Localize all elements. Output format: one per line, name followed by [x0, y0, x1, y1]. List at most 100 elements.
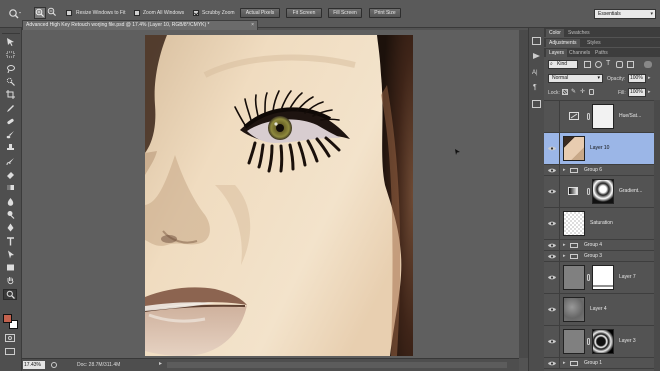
- layer-mask-thumbnail[interactable]: [592, 104, 614, 129]
- filter-shape-icon[interactable]: [616, 61, 623, 68]
- visibility-eye-icon[interactable]: [544, 262, 560, 293]
- marquee-icon[interactable]: [3, 49, 17, 60]
- visibility-eye-icon[interactable]: [544, 165, 560, 175]
- history-panel-icon[interactable]: [532, 37, 541, 45]
- filter-smart-object-icon[interactable]: [627, 61, 634, 68]
- blend-mode-select[interactable]: Normal ▾: [548, 74, 603, 83]
- close-tab-icon[interactable]: ×: [251, 21, 254, 30]
- visibility-eye-icon[interactable]: [544, 294, 560, 325]
- layer-mask-thumbnail[interactable]: [592, 265, 614, 290]
- layer-row[interactable]: Layer 10: [544, 133, 654, 165]
- fill-field[interactable]: 100%: [628, 88, 646, 97]
- healing-brush-icon[interactable]: [3, 116, 17, 127]
- actual-pixels-button[interactable]: Actual Pixels: [240, 8, 280, 18]
- layer-mask-thumbnail[interactable]: [592, 329, 614, 354]
- visibility-eye-icon[interactable]: [544, 176, 560, 207]
- lock-position-icon[interactable]: ✛: [580, 88, 585, 95]
- horizontal-scrollbar[interactable]: [167, 362, 507, 368]
- layer-mask-thumbnail[interactable]: [592, 179, 614, 204]
- move-icon[interactable]: [3, 36, 17, 47]
- lock-transparent-icon[interactable]: [562, 89, 568, 95]
- layer-row[interactable]: Saturation: [544, 208, 654, 240]
- visibility-eye-icon[interactable]: [544, 251, 560, 261]
- quick-mask-icon[interactable]: [5, 334, 15, 342]
- tab-swatches[interactable]: Swatches: [565, 29, 593, 37]
- visibility-eye-icon[interactable]: [544, 208, 560, 239]
- tab-color[interactable]: Color: [546, 29, 564, 37]
- eraser-icon[interactable]: [3, 169, 17, 180]
- tools-collapse-icon[interactable]: [2, 30, 20, 34]
- history-brush-icon[interactable]: [3, 156, 17, 167]
- tab-channels[interactable]: Channels: [566, 49, 593, 57]
- status-info-icon[interactable]: [51, 362, 57, 368]
- visibility-eye-icon[interactable]: [544, 101, 560, 132]
- crop-icon[interactable]: [3, 89, 17, 100]
- visibility-eye-icon[interactable]: [544, 240, 560, 250]
- layer-row[interactable]: Layer 7: [544, 262, 654, 294]
- paragraph-panel-icon[interactable]: ¶: [533, 84, 541, 92]
- group-expand-icon[interactable]: ▸: [563, 167, 566, 173]
- link-chain-icon[interactable]: [587, 274, 590, 281]
- tab-paths[interactable]: Paths: [592, 49, 611, 57]
- group-expand-icon[interactable]: ▸: [563, 253, 566, 259]
- brush-icon[interactable]: [3, 129, 17, 140]
- quick-select-icon[interactable]: [3, 76, 17, 87]
- layers-scrollbar[interactable]: [654, 100, 660, 371]
- fit-screen-button[interactable]: Fit Screen: [286, 8, 322, 18]
- document-tab[interactable]: Advanced High Key Retouch worjing file.p…: [22, 20, 258, 30]
- layer-row[interactable]: Layer 3: [544, 326, 654, 358]
- filter-pixel-icon[interactable]: [584, 61, 591, 68]
- zoom-out-icon[interactable]: [47, 7, 59, 19]
- eyedropper-icon[interactable]: [3, 103, 17, 114]
- properties-panel-icon[interactable]: [532, 100, 541, 108]
- group-expand-icon[interactable]: ▸: [563, 360, 566, 366]
- fill-screen-button[interactable]: Fill Screen: [328, 8, 362, 18]
- visibility-eye-icon[interactable]: [544, 358, 560, 368]
- layer-row[interactable]: Layer 4: [544, 294, 654, 326]
- layer-row[interactable]: Hue/Sat...: [544, 101, 654, 133]
- layer-group-row[interactable]: ▸ Group 6: [544, 165, 654, 176]
- canvas-area[interactable]: [22, 30, 519, 358]
- group-expand-icon[interactable]: ▸: [563, 242, 566, 248]
- screen-mode-icon[interactable]: [5, 348, 15, 355]
- gradient-icon[interactable]: [3, 182, 17, 193]
- path-select-icon[interactable]: [3, 249, 17, 260]
- link-chain-icon[interactable]: [587, 338, 590, 345]
- hand-icon[interactable]: [3, 275, 17, 286]
- document-canvas[interactable]: [145, 35, 413, 356]
- lock-all-icon[interactable]: [589, 89, 594, 95]
- type-icon[interactable]: [3, 236, 17, 247]
- zoom-icon[interactable]: [3, 288, 17, 300]
- link-chain-icon[interactable]: [587, 113, 590, 120]
- filter-type-icon[interactable]: T: [606, 60, 610, 67]
- blur-icon[interactable]: [3, 196, 17, 207]
- print-size-button[interactable]: Print Size: [369, 8, 401, 18]
- lock-pixels-icon[interactable]: ✎: [571, 88, 576, 95]
- foreground-color-swatch[interactable]: [3, 314, 12, 323]
- lasso-icon[interactable]: [3, 63, 17, 74]
- character-panel-icon[interactable]: A|: [532, 70, 542, 78]
- zoom-tool-preset-icon[interactable]: [8, 8, 22, 19]
- dodge-icon[interactable]: [3, 209, 17, 220]
- status-menu-icon[interactable]: ▸: [159, 360, 162, 367]
- zoom-in-icon[interactable]: [34, 7, 46, 19]
- visibility-eye-icon[interactable]: [544, 326, 560, 357]
- zoom-all-windows-checkbox[interactable]: [134, 10, 140, 16]
- tab-styles[interactable]: Styles: [584, 39, 604, 47]
- scrubby-zoom-checkbox[interactable]: [193, 10, 199, 16]
- canvas-scrollbar[interactable]: [519, 30, 528, 358]
- fill-dropdown-icon[interactable]: ▸: [648, 89, 651, 95]
- actions-panel-icon[interactable]: [532, 52, 541, 60]
- tab-layers[interactable]: Layers: [546, 49, 568, 57]
- filter-toggle[interactable]: [644, 61, 652, 68]
- layer-group-row[interactable]: ▸ Group 3: [544, 251, 654, 262]
- zoom-level-field[interactable]: 17.43%: [23, 361, 45, 369]
- layer-filter-select[interactable]: ⌕ Kind: [548, 60, 578, 69]
- layer-group-row[interactable]: ▸ Group 4: [544, 240, 654, 251]
- pen-icon[interactable]: [3, 222, 17, 233]
- tab-adjustments[interactable]: Adjustments: [546, 39, 580, 47]
- layer-group-row[interactable]: ▸ Group 1: [544, 358, 654, 369]
- visibility-eye-icon[interactable]: [544, 133, 560, 164]
- workspace-switcher[interactable]: Essentials ▾: [594, 9, 656, 19]
- opacity-dropdown-icon[interactable]: ▸: [648, 75, 651, 81]
